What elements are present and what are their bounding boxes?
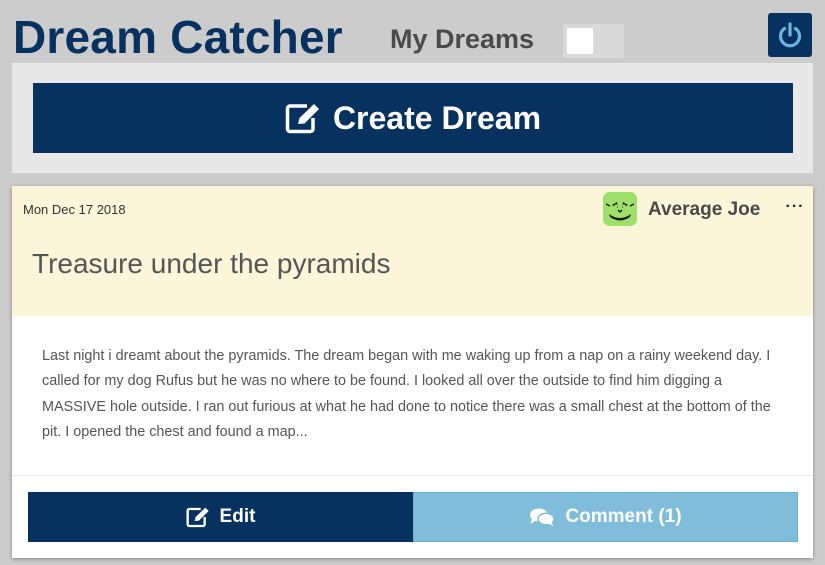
author-name[interactable]: Average Joe	[648, 199, 760, 221]
dream-date: Mon Dec 17 2018	[23, 202, 126, 217]
comment-button[interactable]: Comment (1)	[413, 492, 798, 542]
edit-button[interactable]: Edit	[28, 492, 413, 542]
author-avatar[interactable]	[603, 192, 637, 226]
edit-label: Edit	[219, 506, 256, 527]
dream-card: Mon Dec 17 2018 Average Joe ··· Treasure…	[12, 186, 813, 558]
logout-button[interactable]	[768, 13, 812, 57]
edit-icon	[285, 102, 321, 134]
toggle-knob	[567, 28, 593, 54]
power-icon	[775, 20, 805, 50]
create-dream-label: Create Dream	[332, 99, 542, 136]
card-divider	[12, 475, 813, 476]
app-header: Dream Catcher My Dreams	[0, 0, 825, 63]
edit-icon	[186, 506, 210, 528]
my-dreams-label: My Dreams	[390, 24, 535, 54]
create-panel: Create Dream	[12, 63, 813, 173]
comments-icon	[529, 507, 556, 527]
comment-label: Comment (1)	[565, 506, 682, 527]
dream-body: Last night i dreamt about the pyramids. …	[42, 348, 771, 441]
app-title: Dream Catcher	[13, 11, 343, 63]
create-dream-button[interactable]: Create Dream	[33, 83, 793, 153]
dream-card-header: Mon Dec 17 2018 Average Joe ··· Treasure…	[12, 186, 813, 316]
more-options-button[interactable]: ···	[784, 196, 806, 218]
my-dreams-toggle[interactable]	[563, 24, 624, 58]
dream-title: Treasure under the pyramids	[32, 248, 391, 279]
